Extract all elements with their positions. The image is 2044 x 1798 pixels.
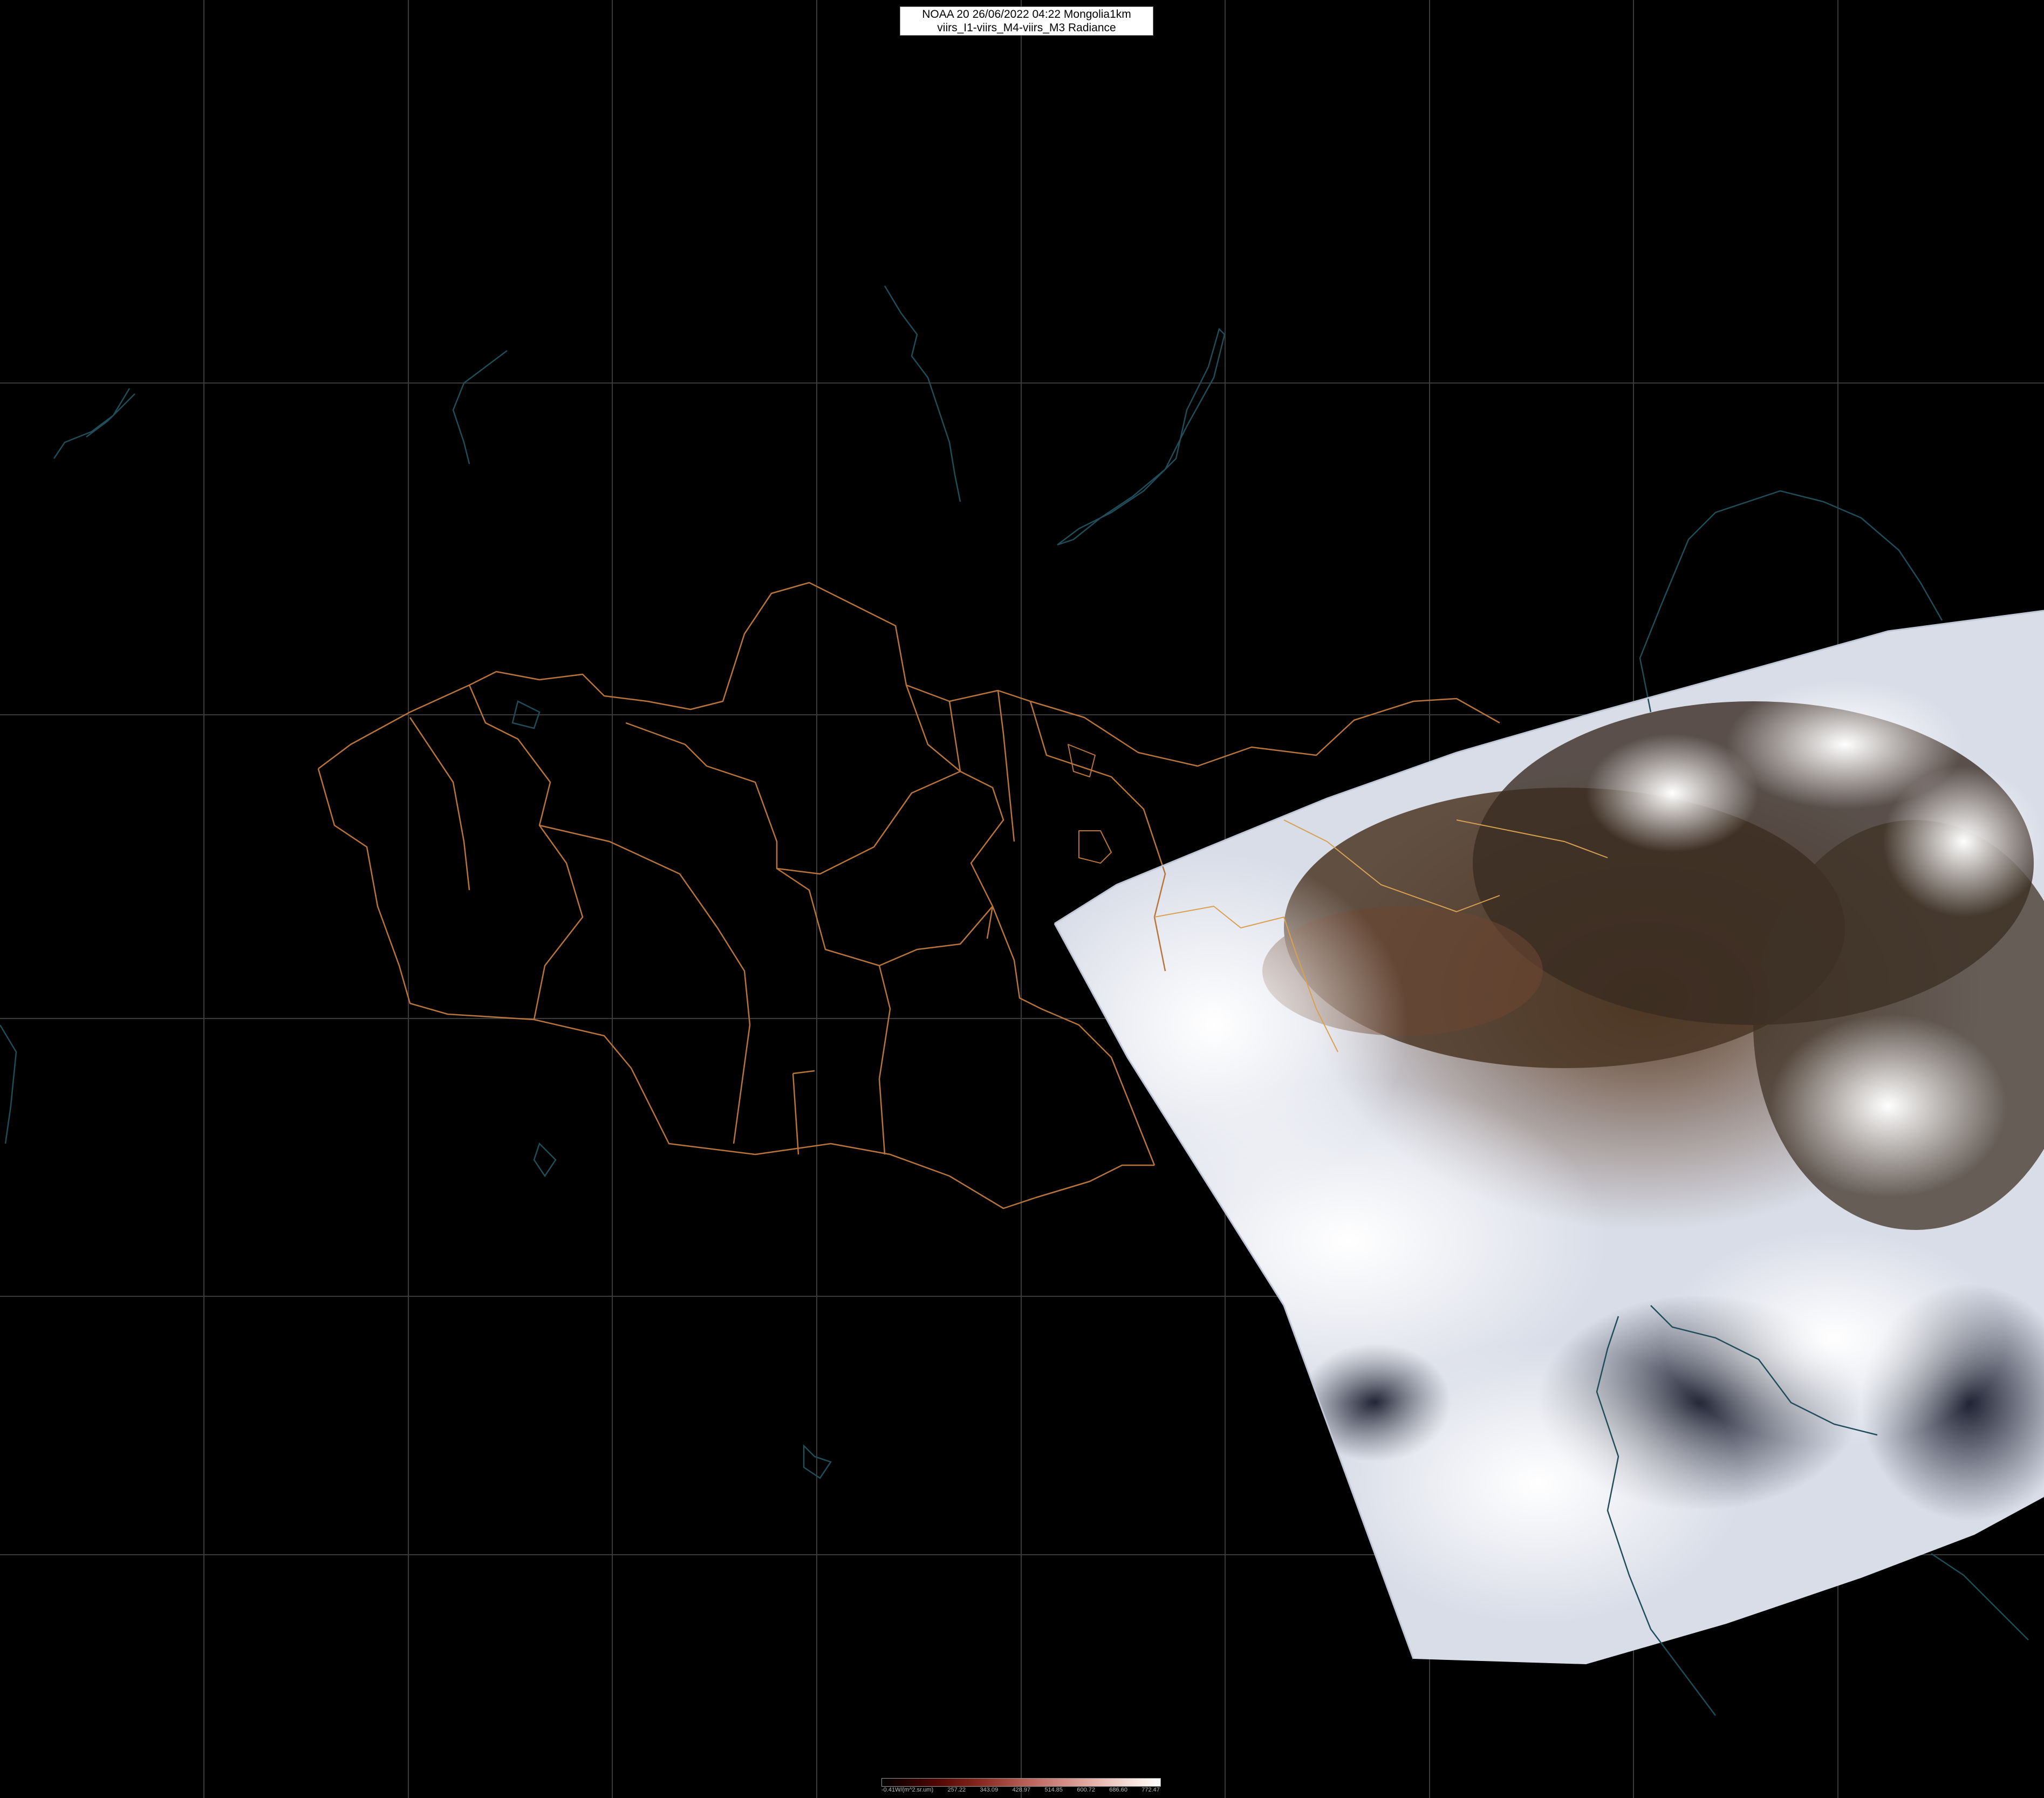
legend-tick: 428.97 [1012, 1787, 1031, 1793]
legend-tick: 343.09 [980, 1787, 999, 1793]
legend-tick: 772.47 [1141, 1787, 1160, 1793]
legend-tick: 257.22 [947, 1787, 966, 1793]
satellite-swath [1055, 611, 2044, 1664]
satellite-map[interactable] [0, 0, 2044, 1798]
legend-unit-label: -0.41W/(m^2.sr.um) [881, 1787, 934, 1793]
title-line-2: viirs_I1-viirs_M4-viirs_M3 Radiance [937, 22, 1116, 34]
legend-labels: -0.41W/(m^2.sr.um) 257.22 343.09 428.97 … [881, 1787, 1160, 1794]
legend-tick: 686.60 [1109, 1787, 1127, 1793]
image-title: NOAA 20 26/06/2022 04:22 Mongolia1km vii… [900, 6, 1153, 36]
radiance-legend: -0.41W/(m^2.sr.um) 257.22 343.09 428.97 … [881, 1778, 1161, 1795]
title-line-1: NOAA 20 26/06/2022 04:22 Mongolia1km [922, 8, 1131, 20]
legend-tick: 600.72 [1077, 1787, 1095, 1793]
legend-color-bar [881, 1778, 1161, 1787]
legend-tick: 514.85 [1044, 1787, 1063, 1793]
